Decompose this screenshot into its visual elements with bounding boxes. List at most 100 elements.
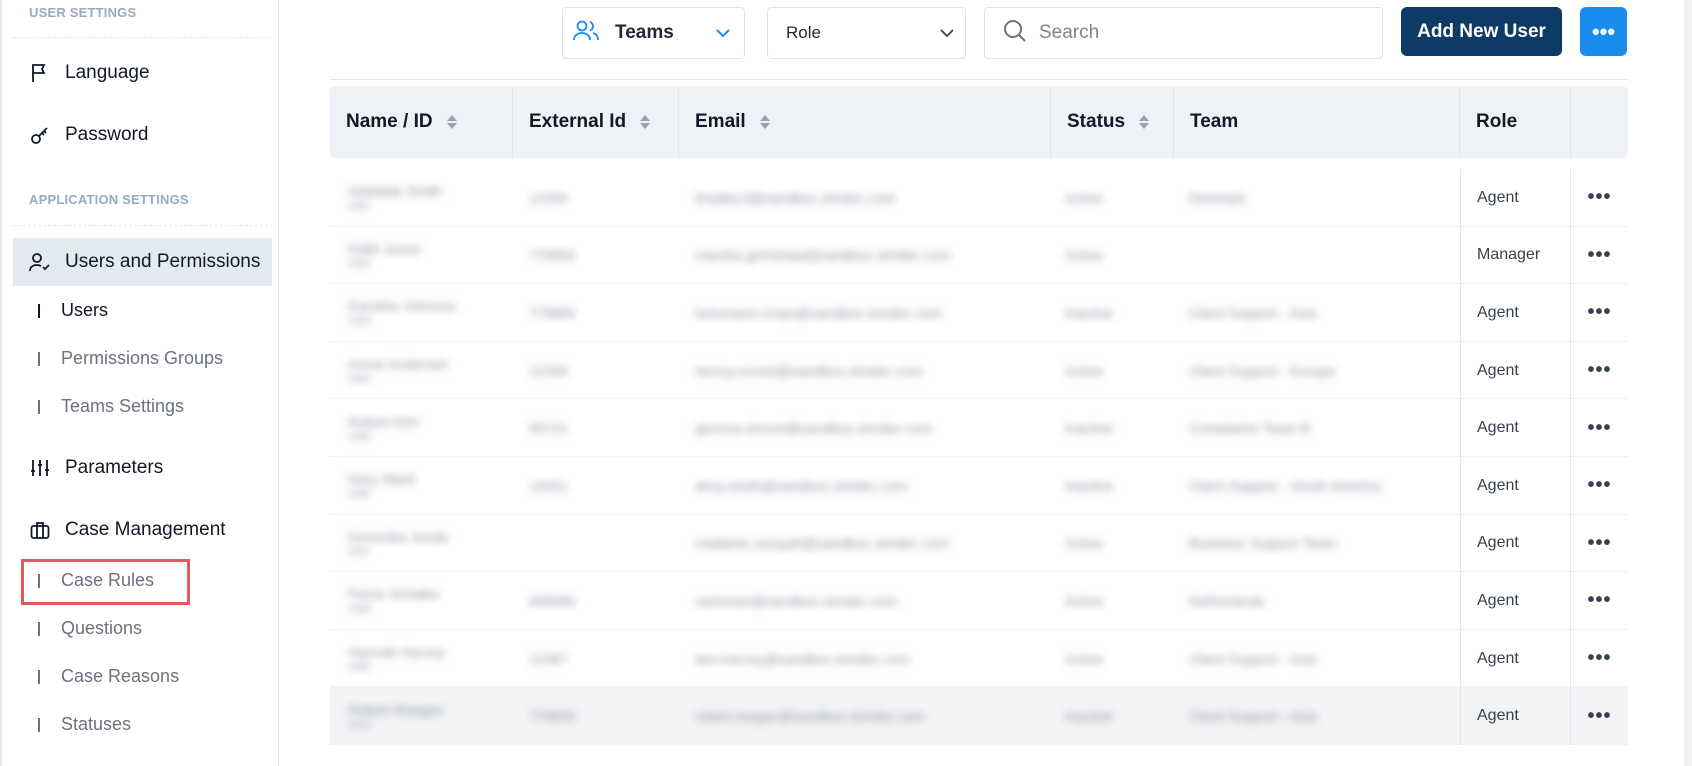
role-cell: Agent	[1460, 169, 1571, 227]
sidebar-item-label: Password	[65, 124, 149, 145]
external-id-cell: 778655	[529, 687, 679, 745]
team-cell: Client Support - Europe	[1189, 342, 1460, 400]
team-value: Client Support - Asia	[1189, 304, 1317, 321]
team-value: Client Support - Asia	[1189, 708, 1317, 725]
search-input[interactable]	[1039, 22, 1369, 44]
table-row[interactable]: Edith Junior 1002 778654 marsha.grimshaw@sa…	[330, 226, 1628, 285]
user-id: 1004	[348, 374, 371, 386]
sidebar-item-label: Parameters	[65, 457, 164, 478]
status-value: Active	[1065, 247, 1104, 264]
add-new-user-button[interactable]: Add New User	[1401, 7, 1562, 56]
name-cell: Hannah Harvey 1009	[348, 630, 513, 688]
sidebar-subitem-label: Statuses	[61, 714, 132, 734]
team-cell: Client Support - South America	[1189, 457, 1460, 515]
sidebar-item-case-management[interactable]: Case Management	[13, 506, 272, 554]
role-cell: Agent	[1460, 456, 1571, 515]
user-name: Annar Andersen	[348, 356, 449, 373]
sidebar-subitem-users[interactable]: Users	[38, 300, 108, 321]
status-cell: Active	[1065, 342, 1174, 400]
row-actions-button[interactable]: •••	[1571, 284, 1628, 342]
row-actions-button[interactable]: •••	[1571, 630, 1628, 688]
status-value: Active	[1065, 650, 1104, 667]
column-header-name[interactable]: Name / ID	[330, 86, 513, 158]
column-header-label: Role	[1476, 111, 1518, 132]
role-filter-select[interactable]: Role	[767, 7, 966, 59]
column-header-label: External Id	[529, 111, 627, 132]
team-cell: Client Support - Asia	[1189, 630, 1460, 688]
table-row[interactable]: Adelaide Smith 1001 12345 bradley.ll@sandbo…	[330, 169, 1628, 227]
sidebar-subitem-permissions-groups[interactable]: Permissions Groups	[38, 348, 223, 369]
column-header-external-id[interactable]: External Id	[513, 86, 679, 158]
status-cell: Active	[1065, 169, 1174, 227]
more-options-button[interactable]: •••	[1580, 7, 1627, 56]
row-actions-button[interactable]: •••	[1571, 515, 1628, 573]
team-cell: Denmark	[1189, 169, 1460, 227]
briefcase-icon	[29, 519, 51, 541]
status-cell: Active	[1065, 227, 1174, 285]
users-icon	[573, 20, 599, 47]
teams-filter-label: Teams	[615, 22, 674, 43]
email-cell: cashman@sandbox.simdec.com	[695, 572, 1051, 630]
table-row[interactable]: Gary Ward 1006 13421 elroy.smith@sandbox.si…	[330, 456, 1628, 515]
email-cell: marsha.grimshaw@sandbox.simdec.com	[695, 227, 1051, 285]
email-value: hehrmann.crops@sandbox.simdec.com	[695, 304, 942, 321]
user-id: 1010	[348, 719, 371, 731]
column-header-email[interactable]: Email	[679, 86, 1051, 158]
team-value: Denmark	[1189, 189, 1246, 206]
indent-bar	[38, 399, 40, 414]
team-cell: Client Support - Asia	[1189, 687, 1460, 745]
table-row[interactable]: Robert Kint 1005 56721 gemma.simont@sandbox…	[330, 399, 1628, 457]
status-value: Inactive	[1065, 304, 1114, 321]
sidebar-subitem-statuses[interactable]: Statuses	[38, 714, 131, 735]
external-id-cell: 778654	[529, 227, 679, 285]
row-actions-button[interactable]: •••	[1571, 227, 1628, 285]
external-id-value: 12345	[529, 189, 568, 206]
table-row[interactable]: Pierre Schaller 1008 908080 cashman@sandbox…	[330, 572, 1628, 630]
table-row[interactable]: Hannah Harvey 1009 12367 ben.harvey@sandbox…	[330, 629, 1628, 688]
row-actions-button[interactable]: •••	[1571, 169, 1628, 227]
name-cell: Pierre Schaller 1008	[348, 572, 513, 630]
row-actions-button[interactable]: •••	[1571, 457, 1628, 515]
team-value: Client Support - Asia	[1189, 650, 1317, 667]
row-actions-button[interactable]: •••	[1571, 342, 1628, 400]
sidebar-item-label: Case Management	[65, 519, 226, 540]
chevron-down-icon	[714, 24, 732, 47]
status-cell: Inactive	[1065, 284, 1174, 342]
team-value: Business Support Team	[1189, 535, 1337, 552]
external-id-value: 778865	[529, 304, 576, 321]
external-id-value: 56721	[529, 420, 568, 437]
column-header-status[interactable]: Status	[1051, 86, 1174, 158]
column-header-team: Team	[1174, 86, 1460, 158]
table-row[interactable]: Annar Andersen 1004 12345 henny.cronist@san…	[330, 341, 1628, 400]
sidebar-item-password[interactable]: Password	[13, 111, 272, 159]
sidebar-subitem-case-reasons[interactable]: Case Reasons	[38, 666, 179, 687]
sidebar-subitem-questions[interactable]: Questions	[38, 618, 142, 639]
external-id-value: 778655	[529, 708, 576, 725]
column-header-role: Role	[1460, 86, 1571, 158]
sidebar-item-users-and-permissions[interactable]: Users and Permissions	[13, 238, 272, 286]
row-actions-button[interactable]: •••	[1571, 399, 1628, 457]
row-actions-button[interactable]: •••	[1571, 687, 1628, 745]
indent-bar	[38, 621, 40, 636]
user-id: 1001	[348, 201, 371, 213]
sidebar-subitem-teams-settings[interactable]: Teams Settings	[38, 396, 184, 417]
email-cell: madame.sorayah@sandbox.simdec.com	[695, 515, 1051, 573]
teams-filter-select[interactable]: Teams	[562, 7, 745, 59]
user-id: 1002	[348, 258, 371, 270]
name-cell: Gary Ward 1006	[348, 457, 513, 515]
table-row[interactable]: Robert Reegan 1010 778655 robert.reegan@san…	[330, 687, 1628, 745]
email-cell: ben.harvey@sandbox.simdec.com	[695, 630, 1051, 688]
sidebar-subitem-label: Questions	[61, 618, 143, 638]
indent-bar	[38, 669, 40, 684]
table-row[interactable]: Dominika Jendo 1007 madame.sorayah@sandbox…	[330, 514, 1628, 573]
sidebar-item-language[interactable]: Language	[13, 49, 272, 97]
team-value: Netherlands	[1189, 592, 1265, 609]
page-scrollbar[interactable]	[1684, 0, 1692, 766]
search-field[interactable]	[984, 7, 1383, 59]
team-cell: Client Support - Asia	[1189, 284, 1460, 342]
row-actions-button[interactable]: •••	[1571, 572, 1628, 630]
sort-icon	[446, 115, 457, 129]
user-check-icon	[29, 251, 51, 273]
table-row[interactable]: Karoline Johnson 1003 778865 hehrmann.crops…	[330, 284, 1628, 342]
sidebar-item-parameters[interactable]: Parameters	[13, 444, 272, 492]
